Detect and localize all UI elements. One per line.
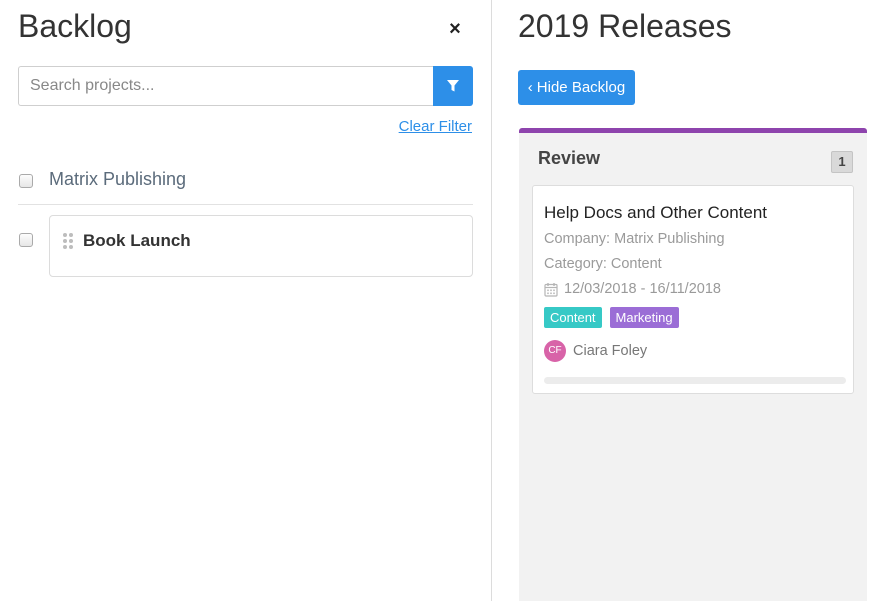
card-company: Company: Matrix Publishing — [544, 231, 725, 247]
review-column: Review 1 Help Docs and Other Content Com… — [519, 128, 867, 601]
backlog-title: Backlog — [18, 8, 132, 44]
tag-content[interactable]: Content — [544, 307, 602, 328]
card-dates-row: 12/03/2018 - 16/11/2018 — [544, 281, 721, 297]
card-dates: 12/03/2018 - 16/11/2018 — [564, 281, 721, 297]
hide-backlog-label: Hide Backlog — [536, 79, 626, 96]
drag-handle-icon[interactable] — [63, 233, 75, 249]
column-count-badge: 1 — [831, 151, 853, 173]
card-category: Category: Content — [544, 256, 662, 272]
chevron-left-icon: ‹ — [527, 79, 533, 96]
backlog-panel: Backlog × Clear Filter Matrix Publishing — [0, 0, 492, 601]
backlog-item-row: Book Launch — [18, 215, 473, 277]
search-bar — [18, 66, 473, 106]
hide-backlog-button[interactable]: ‹ Hide Backlog — [518, 70, 635, 105]
releases-title: 2019 Releases — [518, 8, 732, 44]
assignee-name: Ciara Foley — [573, 343, 648, 359]
card-assignee: CF Ciara Foley — [544, 340, 647, 362]
clear-filter-link[interactable]: Clear Filter — [399, 118, 472, 135]
group-checkbox[interactable] — [19, 174, 33, 188]
filter-button[interactable] — [433, 66, 473, 106]
close-backlog-button[interactable]: × — [444, 18, 466, 40]
filter-icon — [447, 80, 459, 92]
card-progress-bar — [544, 377, 846, 384]
release-card[interactable]: Help Docs and Other Content Company: Mat… — [532, 185, 854, 394]
group-label: Matrix Publishing — [49, 169, 187, 189]
backlog-item-label: Book Launch — [83, 231, 191, 250]
search-input[interactable] — [18, 66, 433, 106]
card-title: Help Docs and Other Content — [544, 203, 768, 222]
avatar: CF — [544, 340, 566, 362]
calendar-icon — [544, 282, 558, 297]
tag-marketing[interactable]: Marketing — [609, 307, 679, 328]
column-title: Review — [538, 148, 601, 168]
item-checkbox[interactable] — [19, 233, 33, 247]
backlog-group-row: Matrix Publishing — [18, 160, 473, 205]
app-root: Backlog × Clear Filter Matrix Publishing — [0, 0, 876, 601]
card-tags: Content Marketing — [544, 307, 679, 328]
backlog-item-card[interactable]: Book Launch — [49, 215, 473, 277]
